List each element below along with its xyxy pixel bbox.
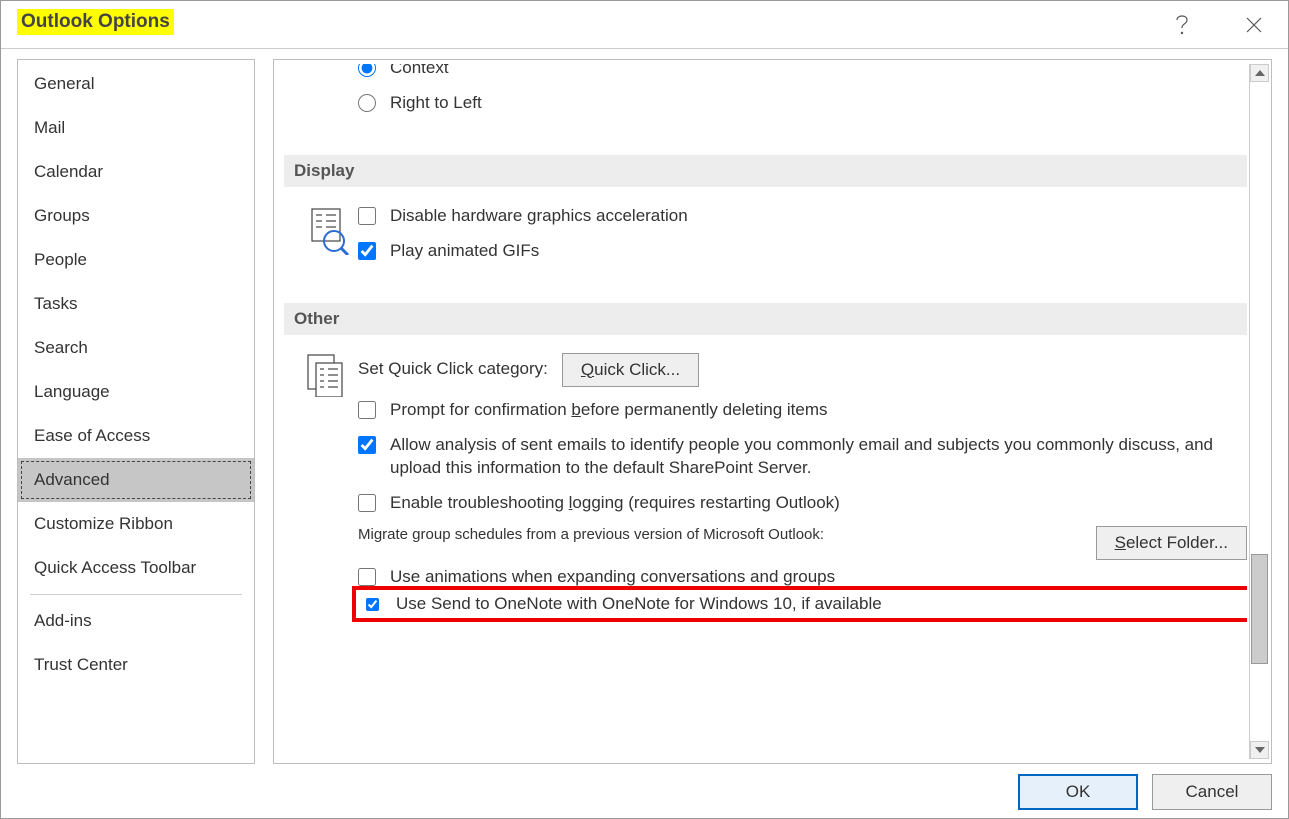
content-panel: Left to Right Context Right to Left Dis	[273, 59, 1272, 764]
checkbox-prompt-confirmation-input[interactable]	[358, 401, 376, 419]
sidebar-item-quick-access-toolbar[interactable]: Quick Access Toolbar	[18, 546, 254, 590]
display-icon	[306, 205, 350, 255]
checkbox-use-animations[interactable]: Use animations when expanding conversati…	[358, 566, 1247, 586]
scrollbar-thumb[interactable]	[1251, 554, 1268, 664]
other-section-body: Set Quick Click category: Quick Click...…	[284, 335, 1247, 623]
sidebar-item-mail[interactable]: Mail	[18, 106, 254, 150]
ok-button[interactable]: OK	[1018, 774, 1138, 810]
checkbox-prompt-confirmation[interactable]: Prompt for confirmation before permanent…	[358, 399, 1247, 422]
checkbox-use-animations-label: Use animations when expanding conversati…	[390, 566, 1247, 586]
sidebar-item-trust-center[interactable]: Trust Center	[18, 643, 254, 687]
checkbox-enable-logging-input[interactable]	[358, 494, 376, 512]
sidebar-separator	[30, 594, 242, 595]
radio-context[interactable]: Context	[358, 64, 1247, 80]
titlebar: Outlook Options	[1, 1, 1288, 49]
sidebar-item-search[interactable]: Search	[18, 326, 254, 370]
help-icon	[1175, 14, 1189, 36]
checkbox-use-onenote-label: Use Send to OneNote with OneNote for Win…	[396, 594, 882, 614]
radio-right-to-left[interactable]: Right to Left	[358, 92, 1247, 115]
sidebar-item-people[interactable]: People	[18, 238, 254, 282]
checkbox-allow-analysis[interactable]: Allow analysis of sent emails to identif…	[358, 434, 1247, 480]
dialog-title: Outlook Options	[17, 9, 174, 35]
category-sidebar: General Mail Calendar Groups People Task…	[17, 59, 255, 764]
titlebar-controls	[1168, 11, 1268, 39]
chevron-down-icon	[1255, 747, 1265, 753]
list-page-icon	[306, 353, 350, 397]
scrollbar-up-button[interactable]	[1250, 64, 1269, 82]
checkbox-allow-analysis-label: Allow analysis of sent emails to identif…	[390, 434, 1247, 480]
dialog-footer: OK Cancel	[1018, 774, 1272, 810]
highlighted-onenote-option: Use Send to OneNote with OneNote for Win…	[352, 586, 1247, 622]
close-button[interactable]	[1240, 11, 1268, 39]
checkbox-play-gifs-input[interactable]	[358, 242, 376, 260]
sidebar-item-language[interactable]: Language	[18, 370, 254, 414]
display-section-body: Disable hardware graphics acceleration P…	[284, 187, 1247, 275]
select-folder-button[interactable]: Select Folder...	[1096, 526, 1247, 560]
checkbox-disable-hardware-accel-label: Disable hardware graphics acceleration	[390, 205, 1247, 228]
checkbox-disable-hardware-accel[interactable]: Disable hardware graphics acceleration	[358, 205, 1247, 228]
vertical-scrollbar[interactable]	[1249, 64, 1269, 759]
radio-right-to-left-label: Right to Left	[390, 92, 1247, 115]
sidebar-item-general[interactable]: General	[18, 62, 254, 106]
checkbox-enable-logging-label: Enable troubleshooting logging (requires…	[390, 492, 1247, 515]
chevron-up-icon	[1255, 70, 1265, 76]
other-section-icon	[306, 353, 358, 623]
migrate-schedules-label: Migrate group schedules from a previous …	[358, 526, 1076, 543]
close-icon	[1245, 16, 1263, 34]
help-button[interactable]	[1168, 11, 1196, 39]
display-section-heading: Display	[284, 155, 1247, 187]
scrollbar-down-button[interactable]	[1250, 741, 1269, 759]
sidebar-item-advanced[interactable]: Advanced	[18, 458, 254, 502]
checkbox-allow-analysis-input[interactable]	[358, 436, 376, 454]
display-section-icon	[306, 205, 358, 275]
radio-right-to-left-input[interactable]	[358, 94, 376, 112]
cancel-button[interactable]: Cancel	[1152, 774, 1272, 810]
migrate-schedules-row: Migrate group schedules from a previous …	[358, 526, 1247, 560]
quick-click-label: Set Quick Click category:	[358, 358, 548, 381]
checkbox-enable-logging[interactable]: Enable troubleshooting logging (requires…	[358, 492, 1247, 515]
checkbox-play-gifs-label: Play animated GIFs	[390, 240, 1247, 263]
checkbox-use-animations-input[interactable]	[358, 568, 376, 586]
sidebar-item-tasks[interactable]: Tasks	[18, 282, 254, 326]
radio-context-input[interactable]	[358, 64, 376, 77]
quick-click-row: Set Quick Click category: Quick Click...	[358, 353, 1247, 387]
sidebar-item-customize-ribbon[interactable]: Customize Ribbon	[18, 502, 254, 546]
direction-section-body: Left to Right Context Right to Left	[284, 64, 1247, 127]
sidebar-item-ease-of-access[interactable]: Ease of Access	[18, 414, 254, 458]
direction-section-icon	[306, 64, 358, 127]
other-section-heading: Other	[284, 303, 1247, 335]
sidebar-item-groups[interactable]: Groups	[18, 194, 254, 238]
outlook-options-dialog: Outlook Options General Mail Calendar Gr…	[0, 0, 1289, 819]
checkbox-disable-hardware-accel-input[interactable]	[358, 207, 376, 225]
sidebar-item-calendar[interactable]: Calendar	[18, 150, 254, 194]
radio-context-label: Context	[390, 64, 1247, 80]
dialog-body: General Mail Calendar Groups People Task…	[17, 59, 1272, 764]
checkbox-prompt-confirmation-label: Prompt for confirmation before permanent…	[390, 399, 1247, 422]
checkbox-use-onenote-input[interactable]	[366, 598, 379, 611]
sidebar-item-add-ins[interactable]: Add-ins	[18, 599, 254, 643]
quick-click-button[interactable]: Quick Click...	[562, 353, 699, 387]
content-scroll-area: Left to Right Context Right to Left Dis	[284, 64, 1247, 759]
checkbox-play-gifs[interactable]: Play animated GIFs	[358, 240, 1247, 263]
